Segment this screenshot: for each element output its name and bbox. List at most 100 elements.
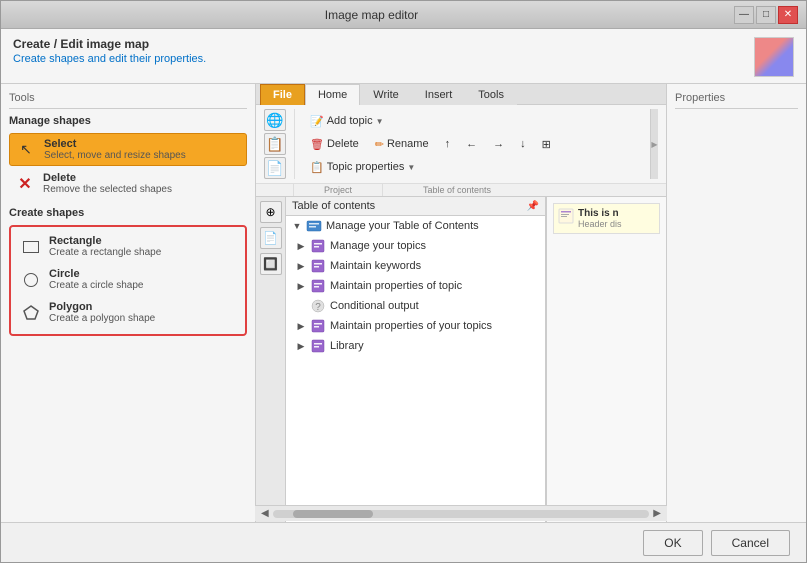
center-main: ⊕ 📄 🔲 Table of contents 📌 ▼ xyxy=(256,197,666,522)
tree-label-prop-topics: Maintain properties of your topics xyxy=(330,320,492,332)
close-button[interactable]: ✕ xyxy=(778,6,798,24)
ribbon: File Home Write Insert Tools 🌐 📋 xyxy=(256,84,666,197)
header-area: Create / Edit image map Create shapes an… xyxy=(1,29,806,84)
tree-pin-icon[interactable]: 📌 xyxy=(527,201,539,212)
tree-icon-root xyxy=(306,218,322,234)
tab-home[interactable]: Home xyxy=(305,84,360,105)
vtool-3[interactable]: 🔲 xyxy=(260,253,282,275)
maximize-button[interactable]: □ xyxy=(756,6,776,24)
tree-item-prop-topic[interactable]: ▶ Maintain properties of topic xyxy=(286,276,545,296)
content-area: Table of contents 📌 ▼ xyxy=(286,197,666,522)
topic-properties-button[interactable]: 📋 Topic properties ▼ xyxy=(303,158,422,177)
tab-tools[interactable]: Tools xyxy=(465,84,517,105)
rename-button[interactable]: ✏ Rename xyxy=(368,135,436,154)
scrollbar-area: ◀ ▶ xyxy=(256,505,666,521)
rename-label: Rename xyxy=(387,138,429,150)
select-tool[interactable]: ↖ Select Select, move and resize shapes xyxy=(9,133,247,166)
preview-box: This is n Header dis xyxy=(553,203,660,234)
add-topic-label: Add topic xyxy=(327,115,373,127)
add-topic-button[interactable]: 📝 Add topic ▼ xyxy=(303,112,391,131)
delete-tool-desc: Remove the selected shapes xyxy=(43,184,172,195)
delete-button[interactable]: 🗑 Delete xyxy=(303,135,366,154)
polygon-tool[interactable]: Polygon Create a polygon shape xyxy=(15,297,241,328)
circle-tool-name: Circle xyxy=(49,268,144,280)
vtool-2[interactable]: 📄 xyxy=(260,227,282,249)
topic-properties-icon: 📋 xyxy=(310,161,324,174)
tree-item-library[interactable]: ▶ Library xyxy=(286,336,545,356)
tree-item-topics[interactable]: ▶ Manage your topics xyxy=(286,236,545,256)
topic-properties-dropdown-icon: ▼ xyxy=(407,163,415,172)
tree-expander-topics[interactable]: ▶ xyxy=(294,239,308,253)
tree-item-root[interactable]: ▼ Manage your Table of Contents xyxy=(286,216,545,236)
vertical-toolbar: ⊕ 📄 🔲 xyxy=(256,197,286,522)
tab-write[interactable]: Write xyxy=(360,84,411,105)
delete-tool[interactable]: ✕ Delete Remove the selected shapes xyxy=(9,168,247,199)
move-left-button[interactable]: ← xyxy=(459,135,484,153)
scroll-right-arrow[interactable]: ▶ xyxy=(649,508,665,519)
tab-insert[interactable]: Insert xyxy=(412,84,466,105)
vtool-1[interactable]: ⊕ xyxy=(260,201,282,223)
left-arrow-icon: ← xyxy=(466,138,477,150)
tree-expander-prop-topics[interactable]: ▶ xyxy=(294,319,308,333)
polygon-icon xyxy=(21,303,41,323)
toc-group-label: Table of contents xyxy=(383,184,531,196)
tree-icon-keywords xyxy=(310,258,326,274)
delete-icon-ribbon: 🗑 xyxy=(310,138,324,151)
ribbon-row-2: 🗑 Delete ✏ Rename ↑ ← xyxy=(303,135,646,154)
tree-panel: Table of contents 📌 ▼ xyxy=(286,197,546,522)
header-image xyxy=(754,37,794,77)
tree-label-conditional: Conditional output xyxy=(330,300,419,312)
ok-button[interactable]: OK xyxy=(643,530,702,556)
tree-label-topics: Manage your topics xyxy=(330,240,426,252)
create-shapes-title: Create shapes xyxy=(9,207,247,219)
rectangle-tool-desc: Create a rectangle shape xyxy=(49,247,161,258)
tree-label-prop-topic: Maintain properties of topic xyxy=(330,280,462,292)
ribbon-group-labels: Project Table of contents xyxy=(256,183,666,196)
rectangle-tool[interactable]: Rectangle Create a rectangle shape xyxy=(15,231,241,262)
circle-tool[interactable]: Circle Create a circle shape xyxy=(15,264,241,295)
rename-icon: ✏ xyxy=(375,138,384,151)
tree-expander-keywords[interactable]: ▶ xyxy=(294,259,308,273)
center-area: File Home Write Insert Tools 🌐 📋 xyxy=(256,84,666,522)
cancel-button[interactable]: Cancel xyxy=(711,530,790,556)
move-up-button[interactable]: ↑ xyxy=(438,135,458,153)
scrollbar-thumb[interactable] xyxy=(293,510,373,518)
ribbon-icon-1[interactable]: 🌐 xyxy=(264,109,286,131)
window-title: Image map editor xyxy=(9,8,734,22)
tree-icon-topics xyxy=(310,238,326,254)
main-window: Image map editor — □ ✕ Create / Edit ima… xyxy=(0,0,807,563)
rectangle-tool-name: Rectangle xyxy=(49,235,161,247)
minimize-button[interactable]: — xyxy=(734,6,754,24)
window-controls: — □ ✕ xyxy=(734,6,798,24)
ribbon-icon-3[interactable]: 📄 xyxy=(264,157,286,179)
tree-item-prop-topics[interactable]: ▶ Maintain properties of your topics xyxy=(286,316,545,336)
rectangle-icon xyxy=(21,237,41,257)
move-down-button[interactable]: ↓ xyxy=(513,135,533,153)
tree-icon-conditional: ? xyxy=(310,298,326,314)
delete-label: Delete xyxy=(327,138,359,150)
ribbon-icon-2[interactable]: 📋 xyxy=(264,133,286,155)
tree-expander-conditional xyxy=(294,299,308,313)
tab-file[interactable]: File xyxy=(260,84,305,105)
tree-item-conditional[interactable]: ? Conditional output xyxy=(286,296,545,316)
preview-title: This is n xyxy=(578,208,622,219)
tree-expander-root[interactable]: ▼ xyxy=(290,219,304,233)
tree-expander-prop-topic[interactable]: ▶ xyxy=(294,279,308,293)
tree-icon-prop-topics xyxy=(310,318,326,334)
svg-text:?: ? xyxy=(315,302,321,313)
scrollbar-track[interactable] xyxy=(273,510,650,518)
project-group-label: Project xyxy=(294,184,383,196)
tree-item-keywords[interactable]: ▶ Maintain keywords xyxy=(286,256,545,276)
main-content: Tools Manage shapes ↖ Select Select, mov… xyxy=(1,84,806,522)
header-subtitle: Create shapes and edit their properties. xyxy=(13,53,206,65)
tree-label-keywords: Maintain keywords xyxy=(330,260,421,272)
select-icon: ↖ xyxy=(16,140,36,160)
preview-subtitle: Header dis xyxy=(578,219,622,229)
circle-icon xyxy=(21,270,41,290)
scroll-left-arrow[interactable]: ◀ xyxy=(257,508,273,519)
extra-button[interactable]: ⊞ xyxy=(535,135,558,154)
tree-expander-library[interactable]: ▶ xyxy=(294,339,308,353)
move-right-button[interactable]: → xyxy=(486,135,511,153)
preview-panel: This is n Header dis xyxy=(546,197,666,522)
select-tool-desc: Select, move and resize shapes xyxy=(44,150,186,161)
